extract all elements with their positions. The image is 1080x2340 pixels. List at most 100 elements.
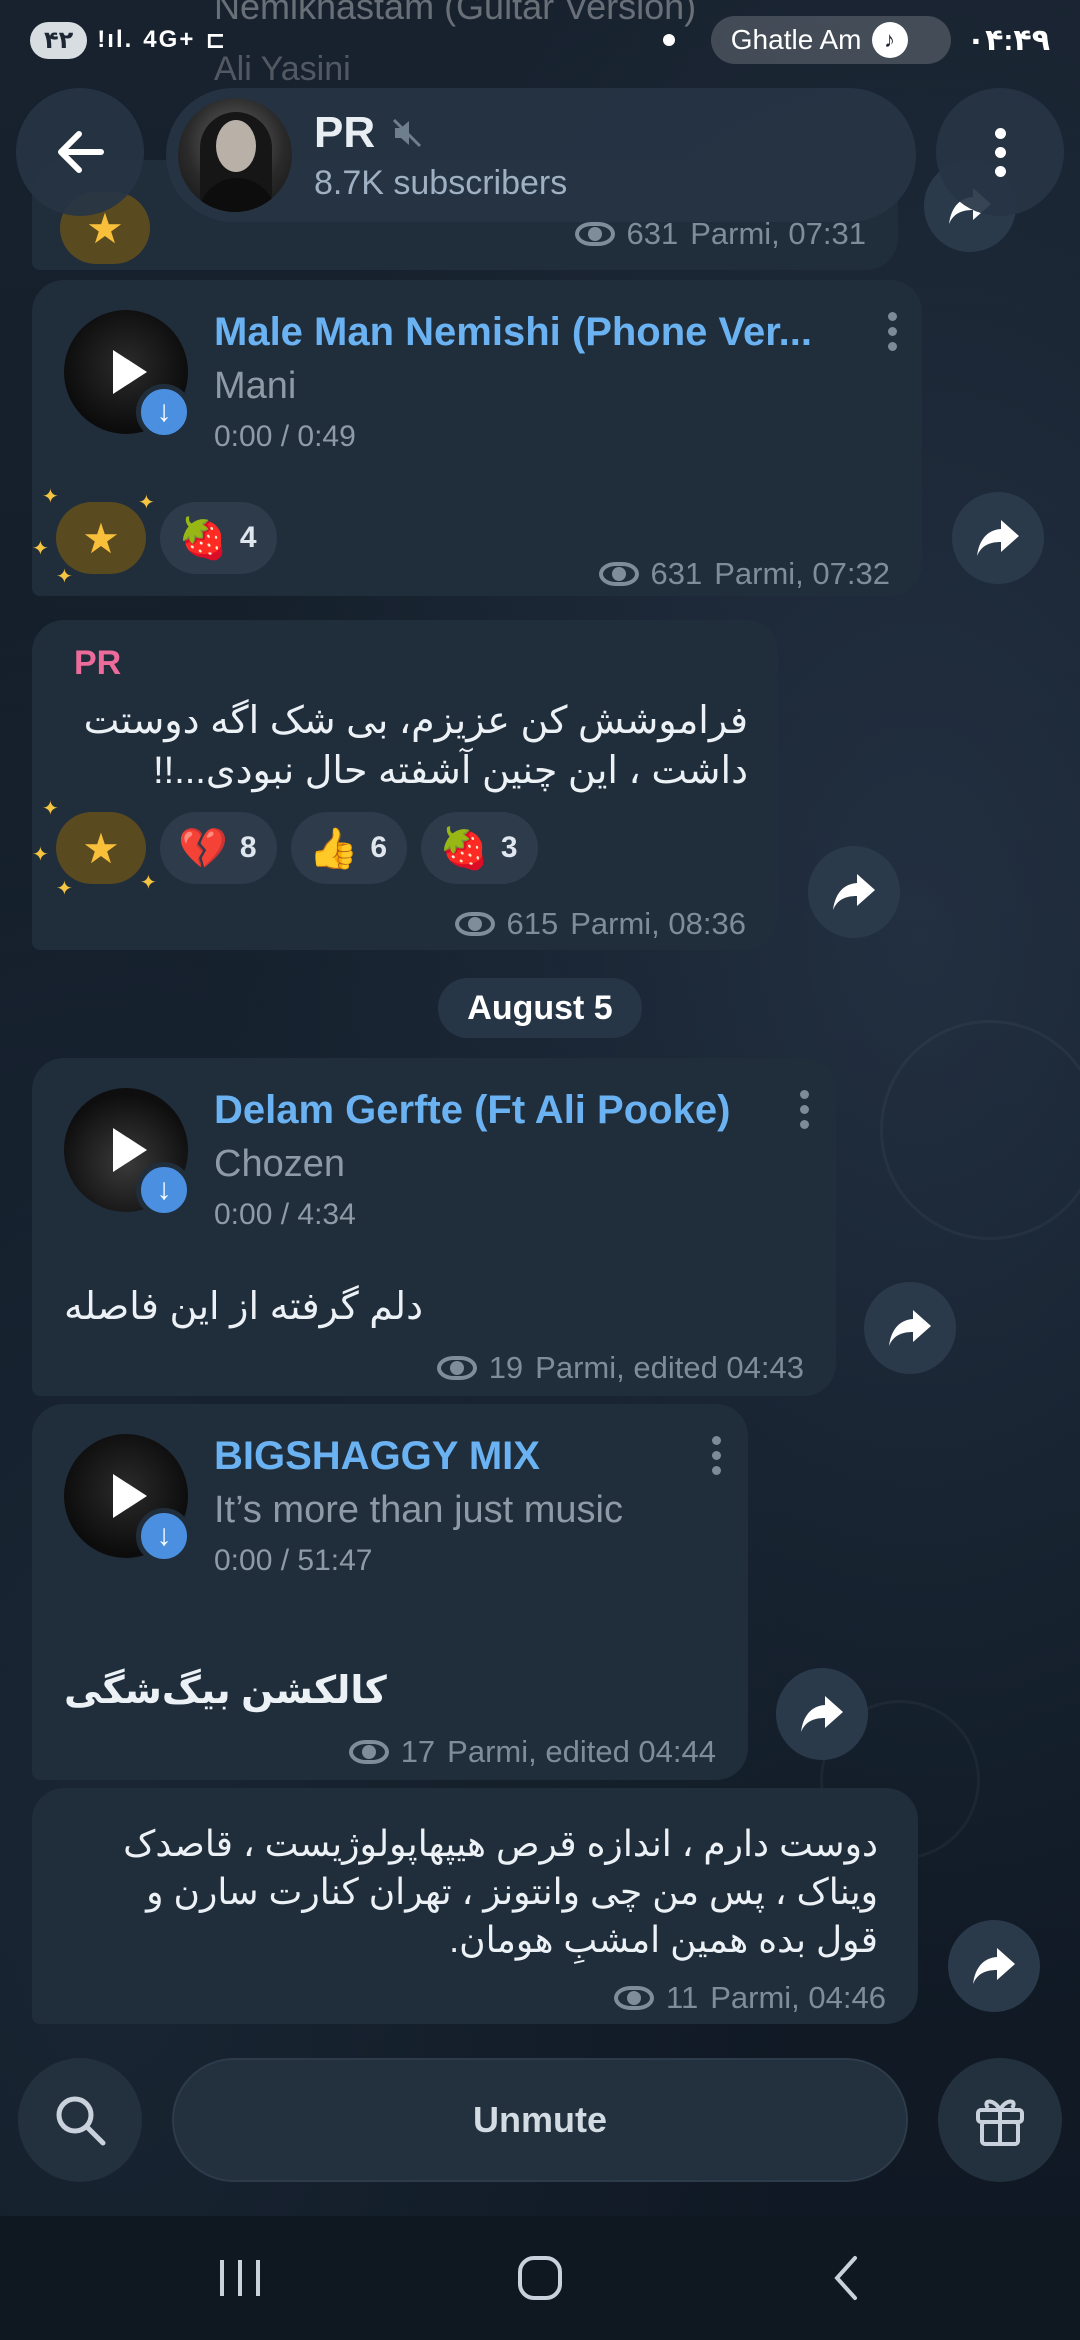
reaction-emoji: 🍓 — [178, 516, 228, 561]
recent-apps-button[interactable] — [200, 2246, 280, 2310]
media-chip[interactable]: Ghatle Am ♪ — [710, 16, 951, 64]
message-meta: 17 Parmi, edited 04:44 — [348, 1734, 716, 1770]
chat-header[interactable]: PR 8.7K subscribers — [166, 88, 916, 222]
reaction-chip[interactable]: 👍 6 — [290, 812, 407, 884]
notification-dot — [662, 34, 675, 46]
music-note-icon: ♪ — [871, 22, 908, 58]
message-signature: Parmi, 08:36 — [570, 906, 746, 941]
message-meta: 19 Parmi, edited 04:43 — [436, 1350, 804, 1386]
views-icon — [598, 562, 639, 586]
forward-button[interactable] — [952, 492, 1044, 584]
download-icon[interactable]: ↓ — [136, 384, 192, 440]
message-bubble[interactable]: ↓ BIGSHAGGY MIX It’s more than just musi… — [32, 1404, 748, 1780]
download-icon[interactable]: ↓ — [136, 1508, 192, 1564]
arrow-left-icon — [58, 131, 104, 173]
play-icon — [113, 1128, 147, 1172]
message-text-line: قول بده همین امشبِ هومان. — [449, 1919, 878, 1960]
share-forward-icon — [973, 1948, 1015, 1984]
chevron-left-icon — [834, 2256, 857, 2300]
bottom-bar: Unmute — [0, 2036, 1080, 2216]
message-meta: 615 Parmi, 08:36 — [454, 906, 746, 942]
message-text: فراموشش کن عزیزم، بی شک اگه دوستت داشت ،… — [58, 696, 748, 796]
forward-button[interactable] — [864, 1282, 956, 1374]
reaction-emoji: 🍓 — [439, 826, 489, 871]
home-button[interactable] — [500, 2246, 580, 2310]
message-bubble[interactable]: ↓ Delam Gerfte (Ft Ali Pooke) Chozen 0:0… — [32, 1058, 836, 1396]
star-reaction[interactable]: ★ ✦ ✦ ✦ ✦ — [32, 486, 155, 588]
message-menu-button[interactable] — [710, 1436, 722, 1475]
recent-apps-icon — [220, 2260, 260, 2296]
avatar[interactable] — [178, 98, 292, 212]
unmute-button[interactable]: Unmute — [172, 2058, 908, 2182]
forward-button[interactable] — [948, 1920, 1040, 2012]
subscriber-count: 8.7K subscribers — [314, 163, 568, 202]
audio-title: BIGSHAGGY MIX — [214, 1434, 540, 1478]
audio-duration: 0:00 / 51:47 — [214, 1544, 373, 1577]
media-title: Ghatle Am — [730, 24, 862, 55]
clock: ۰۴:۴۹ — [966, 23, 1050, 57]
message-text-line: دوست دارم ، اندازه قرص هیپهاپولوژیست ، ق… — [123, 1823, 878, 1864]
audio-play-button[interactable]: ↓ — [64, 310, 192, 440]
view-count: 19 — [488, 1350, 524, 1385]
reaction-chip[interactable]: 💔 8 — [160, 812, 277, 884]
message-bubble[interactable]: ↓ Male Man Nemishi (Phone Ver... Mani 0:… — [32, 280, 922, 596]
audio-play-button[interactable]: ↓ — [64, 1434, 192, 1564]
audio-play-button[interactable]: ↓ — [64, 1088, 192, 1218]
status-badge: ۴۲ — [30, 21, 88, 59]
gift-icon — [976, 2099, 1024, 2146]
message-signature: Parmi, edited 04:43 — [535, 1350, 804, 1385]
audio-title: Male Man Nemishi (Phone Ver... — [214, 310, 812, 354]
views-icon — [614, 1986, 655, 2010]
message-meta: 11 Parmi, 04:46 — [614, 1980, 886, 2016]
more-button[interactable] — [936, 88, 1064, 216]
search-button[interactable] — [18, 2058, 142, 2182]
message-text: دوست دارم ، اندازه قرص هیپهاپولوژیست ، ق… — [38, 1820, 878, 1964]
back-button[interactable] — [16, 88, 144, 216]
message-bubble[interactable]: دوست دارم ، اندازه قرص هیپهاپولوژیست ، ق… — [32, 1788, 918, 2024]
message-text-line: داشت ، این چنین آشفته حال نبودی...!! — [153, 750, 748, 792]
audio-performer: Mani — [214, 365, 297, 407]
reaction-chip[interactable]: 🍓 4 — [160, 502, 277, 574]
views-icon — [454, 912, 495, 936]
reaction-count: 4 — [239, 521, 257, 554]
network-type: 4G+ — [143, 26, 196, 53]
gift-button[interactable] — [938, 2058, 1062, 2182]
share-forward-icon — [801, 1696, 843, 1732]
download-icon[interactable]: ↓ — [136, 1162, 192, 1218]
forward-button[interactable] — [776, 1668, 868, 1760]
share-forward-icon — [833, 874, 875, 910]
home-icon — [518, 2256, 562, 2300]
audio-performer: It’s more than just music — [214, 1489, 624, 1531]
view-count: 17 — [400, 1734, 436, 1769]
audio-duration: 0:00 / 4:34 — [214, 1198, 356, 1231]
signal-icon: !ıl. — [97, 26, 134, 53]
play-icon — [113, 350, 147, 394]
search-icon — [56, 2096, 106, 2146]
message-text-line: ویناک ، پس من چی وانتونز ، تهران کنارت س… — [146, 1871, 878, 1912]
reaction-emoji: 💔 — [178, 826, 228, 871]
speaker-muted-icon — [393, 118, 422, 147]
reaction-chip[interactable]: 🍓 3 — [421, 812, 538, 884]
share-forward-icon — [977, 520, 1019, 556]
views-icon — [436, 1356, 477, 1380]
audio-duration: 0:00 / 0:49 — [214, 420, 356, 453]
audio-performer: Chozen — [214, 1143, 345, 1185]
view-count: 11 — [666, 1980, 699, 2015]
status-bar: ۴۲ !ıl. 4G+ ⊏ Ghatle Am ♪ ۰۴:۴۹ — [0, 0, 1080, 80]
reaction-count: 3 — [500, 831, 518, 864]
system-back-button[interactable] — [806, 2246, 886, 2310]
message-author: PR — [74, 644, 122, 682]
play-icon — [113, 1474, 147, 1518]
message-text-line: فراموشش کن عزیزم، بی شک اگه دوستت — [83, 700, 748, 742]
message-menu-button[interactable] — [886, 312, 898, 351]
message-caption: کالکشن بیگ‌شگی — [64, 1670, 387, 1712]
forward-button[interactable] — [808, 846, 900, 938]
message-signature: Parmi, 07:32 — [714, 556, 890, 591]
star-reaction[interactable]: ★ ✦ ✦ ✦ ✦ — [32, 798, 157, 900]
reaction-count: 8 — [239, 831, 257, 864]
views-icon — [574, 222, 615, 246]
views-icon — [348, 1740, 389, 1764]
more-vertical-icon — [994, 127, 1006, 177]
message-bubble[interactable]: PR فراموشش کن عزیزم، بی شک اگه دوستت داش… — [32, 620, 778, 950]
message-menu-button[interactable] — [798, 1090, 810, 1129]
